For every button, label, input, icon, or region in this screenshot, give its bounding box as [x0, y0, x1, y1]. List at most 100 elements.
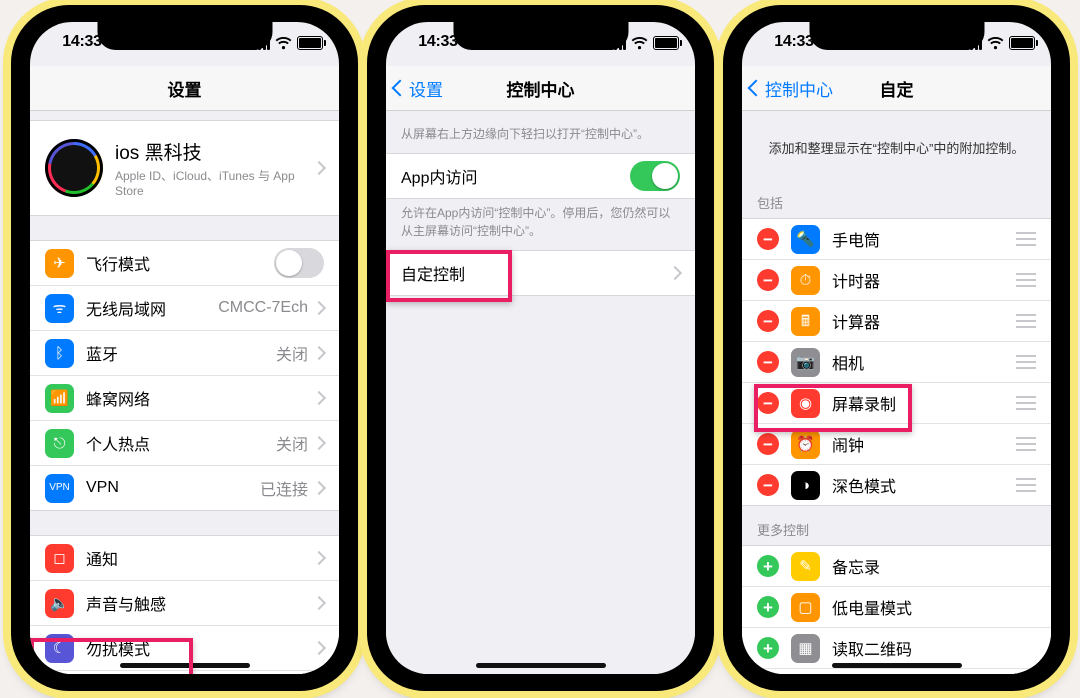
phone-1: 14:33 设置 ios 黑科技 Apple: [14, 8, 355, 688]
remove-camera-button[interactable]: −: [757, 351, 779, 373]
label-wifi: 无线局域网: [86, 296, 218, 320]
bluetooth-icon: ᛒ: [45, 339, 74, 368]
drag-handle[interactable]: [1016, 232, 1036, 246]
page-title: 控制中心: [507, 76, 575, 101]
label-bluetooth: 蓝牙: [86, 341, 276, 365]
label-notifications: 通知: [86, 546, 314, 570]
drag-handle[interactable]: [1016, 314, 1036, 328]
row-vpn[interactable]: VPNVPN已连接: [30, 465, 339, 510]
toggle-airplane-mode[interactable]: [274, 248, 324, 278]
row-timer[interactable]: −⏱计时器: [742, 259, 1051, 300]
chevron-right-icon: [312, 391, 326, 405]
top-note: 从屏幕右上方边缘向下轻扫以打开“控制中心”。: [386, 110, 695, 153]
row-low-power[interactable]: +▢低电量模式: [742, 586, 1051, 627]
row-notifications[interactable]: ◻︎ 通知: [30, 536, 339, 580]
row-cellular[interactable]: 📶蜂窝网络: [30, 375, 339, 420]
chevron-right-icon: [312, 301, 326, 315]
row-wifi[interactable]: ᯤ 无线局域网CMCC-7Ech: [30, 285, 339, 330]
chevron-right-icon: [312, 481, 326, 495]
row-notes[interactable]: +✎备忘录: [742, 546, 1051, 586]
chevron-right-icon: [312, 641, 326, 655]
drag-handle[interactable]: [1016, 396, 1036, 410]
profile-name: ios 黑科技: [115, 138, 314, 165]
battery-icon: [1009, 36, 1035, 50]
in-app-access-row[interactable]: App内访问: [386, 154, 695, 198]
remove-screen-record-button[interactable]: −: [757, 392, 779, 414]
customize-controls-row[interactable]: 自定控制: [386, 251, 695, 295]
more-header: 更多控制: [742, 506, 1051, 545]
row-calculator[interactable]: −🖩计算器: [742, 300, 1051, 341]
row-flashlight[interactable]: −🔦手电筒: [742, 219, 1051, 259]
value-bluetooth: 关闭: [276, 341, 308, 365]
battery-icon: [653, 36, 679, 50]
back-label: 设置: [409, 76, 443, 101]
wifi-icon: ᯤ: [45, 294, 74, 323]
back-button[interactable]: 控制中心: [750, 66, 833, 110]
hotspot-icon: ⎋: [45, 429, 74, 458]
label-dark-mode: 深色模式: [832, 473, 1016, 497]
profile-sub: Apple ID、iCloud、iTunes 与 App Store: [115, 167, 314, 198]
label-vpn: VPN: [86, 479, 260, 497]
chevron-right-icon: [312, 551, 326, 565]
settings-group-1: ✈飞行模式ᯤ无线局域网CMCC-7Echᛒ蓝牙关闭📶蜂窝网络⎋个人热点关闭VPN…: [30, 240, 339, 511]
drag-handle[interactable]: [1016, 478, 1036, 492]
timer-icon: ⏱: [791, 266, 820, 295]
row-qr-scan[interactable]: +▦读取二维码: [742, 627, 1051, 668]
remove-dark-mode-button[interactable]: −: [757, 474, 779, 496]
remove-calculator-button[interactable]: −: [757, 310, 779, 332]
remove-alarm-button[interactable]: −: [757, 433, 779, 455]
label-hotspot: 个人热点: [86, 431, 276, 455]
drag-handle[interactable]: [1016, 355, 1036, 369]
row-screen-record[interactable]: −◉屏幕录制: [742, 382, 1051, 423]
more-list: +✎备忘录+▢低电量模式+▦读取二维码+!反馈助理+🔍放大器+◉辅助功能快捷键+…: [742, 545, 1051, 674]
phone-3-screen: 14:33 控制中心 自定 添加和整理显示在“控制中心”中的附加控制。: [742, 22, 1051, 674]
home-indicator[interactable]: [120, 663, 250, 668]
content-scroll[interactable]: 从屏幕右上方边缘向下轻扫以打开“控制中心”。 App内访问 允许在App内访问“…: [386, 110, 695, 674]
content-scroll[interactable]: ios 黑科技 Apple ID、iCloud、iTunes 与 App Sto…: [30, 110, 339, 674]
row-hotspot[interactable]: ⎋个人热点关闭: [30, 420, 339, 465]
row-camera[interactable]: −📷相机: [742, 341, 1051, 382]
label-airplane-mode: 飞行模式: [86, 251, 274, 275]
home-indicator[interactable]: [832, 663, 962, 668]
row-alarm[interactable]: −⏰闹钟: [742, 423, 1051, 464]
home-indicator[interactable]: [476, 663, 606, 668]
navbar: 设置: [30, 66, 339, 111]
moon-icon: ☾: [45, 634, 74, 663]
row-feedback[interactable]: +!反馈助理: [742, 668, 1051, 674]
row-dark-mode[interactable]: −◑深色模式: [742, 464, 1051, 505]
row-airplane-mode[interactable]: ✈飞行模式: [30, 241, 339, 285]
back-button[interactable]: 设置: [394, 66, 443, 110]
included-header: 包括: [742, 179, 1051, 218]
chevron-left-icon: [748, 80, 765, 97]
row-bluetooth[interactable]: ᛒ 蓝牙关闭: [30, 330, 339, 375]
avatar: [45, 139, 103, 197]
add-notes-button[interactable]: +: [757, 555, 779, 577]
remove-timer-button[interactable]: −: [757, 269, 779, 291]
drag-handle[interactable]: [1016, 437, 1036, 451]
label-sounds: 声音与触感: [86, 591, 314, 615]
flashlight-icon: 🔦: [791, 225, 820, 254]
phone-1-screen: 14:33 设置 ios 黑科技 Apple: [30, 22, 339, 674]
in-app-access-toggle[interactable]: [630, 161, 680, 191]
value-vpn: 已连接: [260, 476, 308, 500]
included-list: −🔦手电筒−⏱计时器−🖩计算器−📷相机−◉屏幕录制−⏰闹钟−◑深色模式: [742, 218, 1051, 506]
wifi-icon: [987, 37, 1004, 50]
content-scroll[interactable]: 添加和整理显示在“控制中心”中的附加控制。 包括 −🔦手电筒−⏱计时器−🖩计算器…: [742, 110, 1051, 674]
phone-2-screen: 14:33 设置 控制中心 从屏幕右上方边缘向下轻扫以打开“控制中心”。: [386, 22, 695, 674]
chevron-right-icon: [312, 346, 326, 360]
bell-icon: ◻︎: [45, 544, 74, 573]
chevron-right-icon: [312, 596, 326, 610]
settings-group-2: ◻︎通知🔈声音与触感☾勿扰模式⌛屏幕使用时间: [30, 535, 339, 674]
navbar: 控制中心 自定: [742, 66, 1051, 111]
camera-icon: 📷: [791, 348, 820, 377]
drag-handle[interactable]: [1016, 273, 1036, 287]
add-qr-scan-button[interactable]: +: [757, 637, 779, 659]
apple-id-row[interactable]: ios 黑科技 Apple ID、iCloud、iTunes 与 App Sto…: [30, 120, 339, 216]
row-sounds[interactable]: 🔈声音与触感: [30, 580, 339, 625]
label-alarm: 闹钟: [832, 432, 1016, 456]
add-low-power-button[interactable]: +: [757, 596, 779, 618]
remove-flashlight-button[interactable]: −: [757, 228, 779, 250]
value-wifi: CMCC-7Ech: [218, 299, 308, 317]
row-screen-time[interactable]: ⌛屏幕使用时间: [30, 670, 339, 674]
in-app-note: 允许在App内访问“控制中心”。停用后，您仍然可以从主屏幕访问“控制中心”。: [386, 199, 695, 250]
